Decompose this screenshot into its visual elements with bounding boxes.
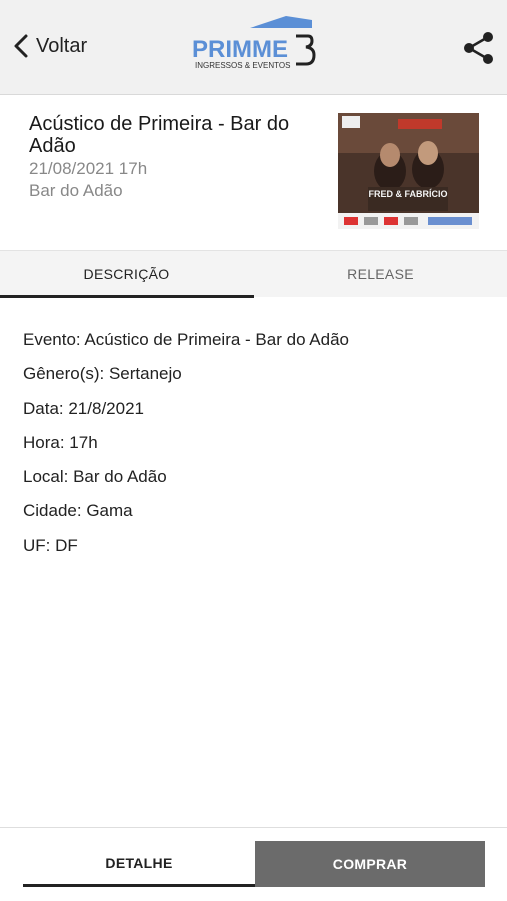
- poster-artwork: FRED & FABRÍCIO: [338, 113, 479, 229]
- logo-subtitle: INGRESSOS & EVENTOS: [195, 61, 290, 70]
- detail-genero: Gênero(s): Sertanejo: [23, 364, 182, 384]
- logo-text: PRIMME: [192, 36, 288, 63]
- detail-hora: Hora: 17h: [23, 432, 98, 452]
- event-datetime: 21/08/2021 17h: [29, 159, 148, 178]
- tab-release[interactable]: RELEASE: [254, 251, 507, 297]
- detail-cidade: Cidade: Gama: [23, 501, 133, 521]
- back-label: Voltar: [36, 34, 88, 57]
- poster-title: FRED & FABRÍCIO: [368, 189, 447, 199]
- bottom-action-bar: DETALHE COMPRAR: [0, 827, 507, 901]
- detail-uf: UF: DF: [23, 535, 78, 555]
- detail-evento: Evento: Acústico de Primeira - Bar do Ad…: [23, 330, 350, 349]
- comprar-button[interactable]: COMPRAR: [255, 841, 485, 887]
- event-details: Evento: Acústico de Primeira - Bar do Ad…: [23, 330, 349, 570]
- back-button[interactable]: Voltar: [12, 33, 87, 59]
- detalhe-button[interactable]: DETALHE: [23, 841, 255, 887]
- primme-logo: PRIMME INGRESSOS & EVENTOS: [192, 16, 316, 70]
- detail-local: Local: Bar do Adão: [23, 467, 167, 487]
- tab-descricao[interactable]: DESCRIÇÃO: [0, 251, 253, 297]
- detail-data: Data: 21/8/2021: [23, 398, 144, 418]
- event-poster-image[interactable]: FRED & FABRÍCIO: [338, 113, 479, 229]
- top-app-bar: Voltar PRIMME INGRESSOS & EVENTOS: [0, 0, 507, 95]
- content-tabs: DESCRIÇÃO RELEASE: [0, 250, 507, 298]
- event-title: Acústico de Primeira - Bar do Adão: [29, 113, 290, 157]
- event-summary: Acústico de Primeira - Bar do Adão 21/08…: [0, 95, 507, 250]
- active-tab-indicator: [0, 295, 254, 298]
- chevron-left-icon: [14, 34, 28, 58]
- event-venue: Bar do Adão: [29, 181, 123, 200]
- share-icon[interactable]: [462, 31, 496, 65]
